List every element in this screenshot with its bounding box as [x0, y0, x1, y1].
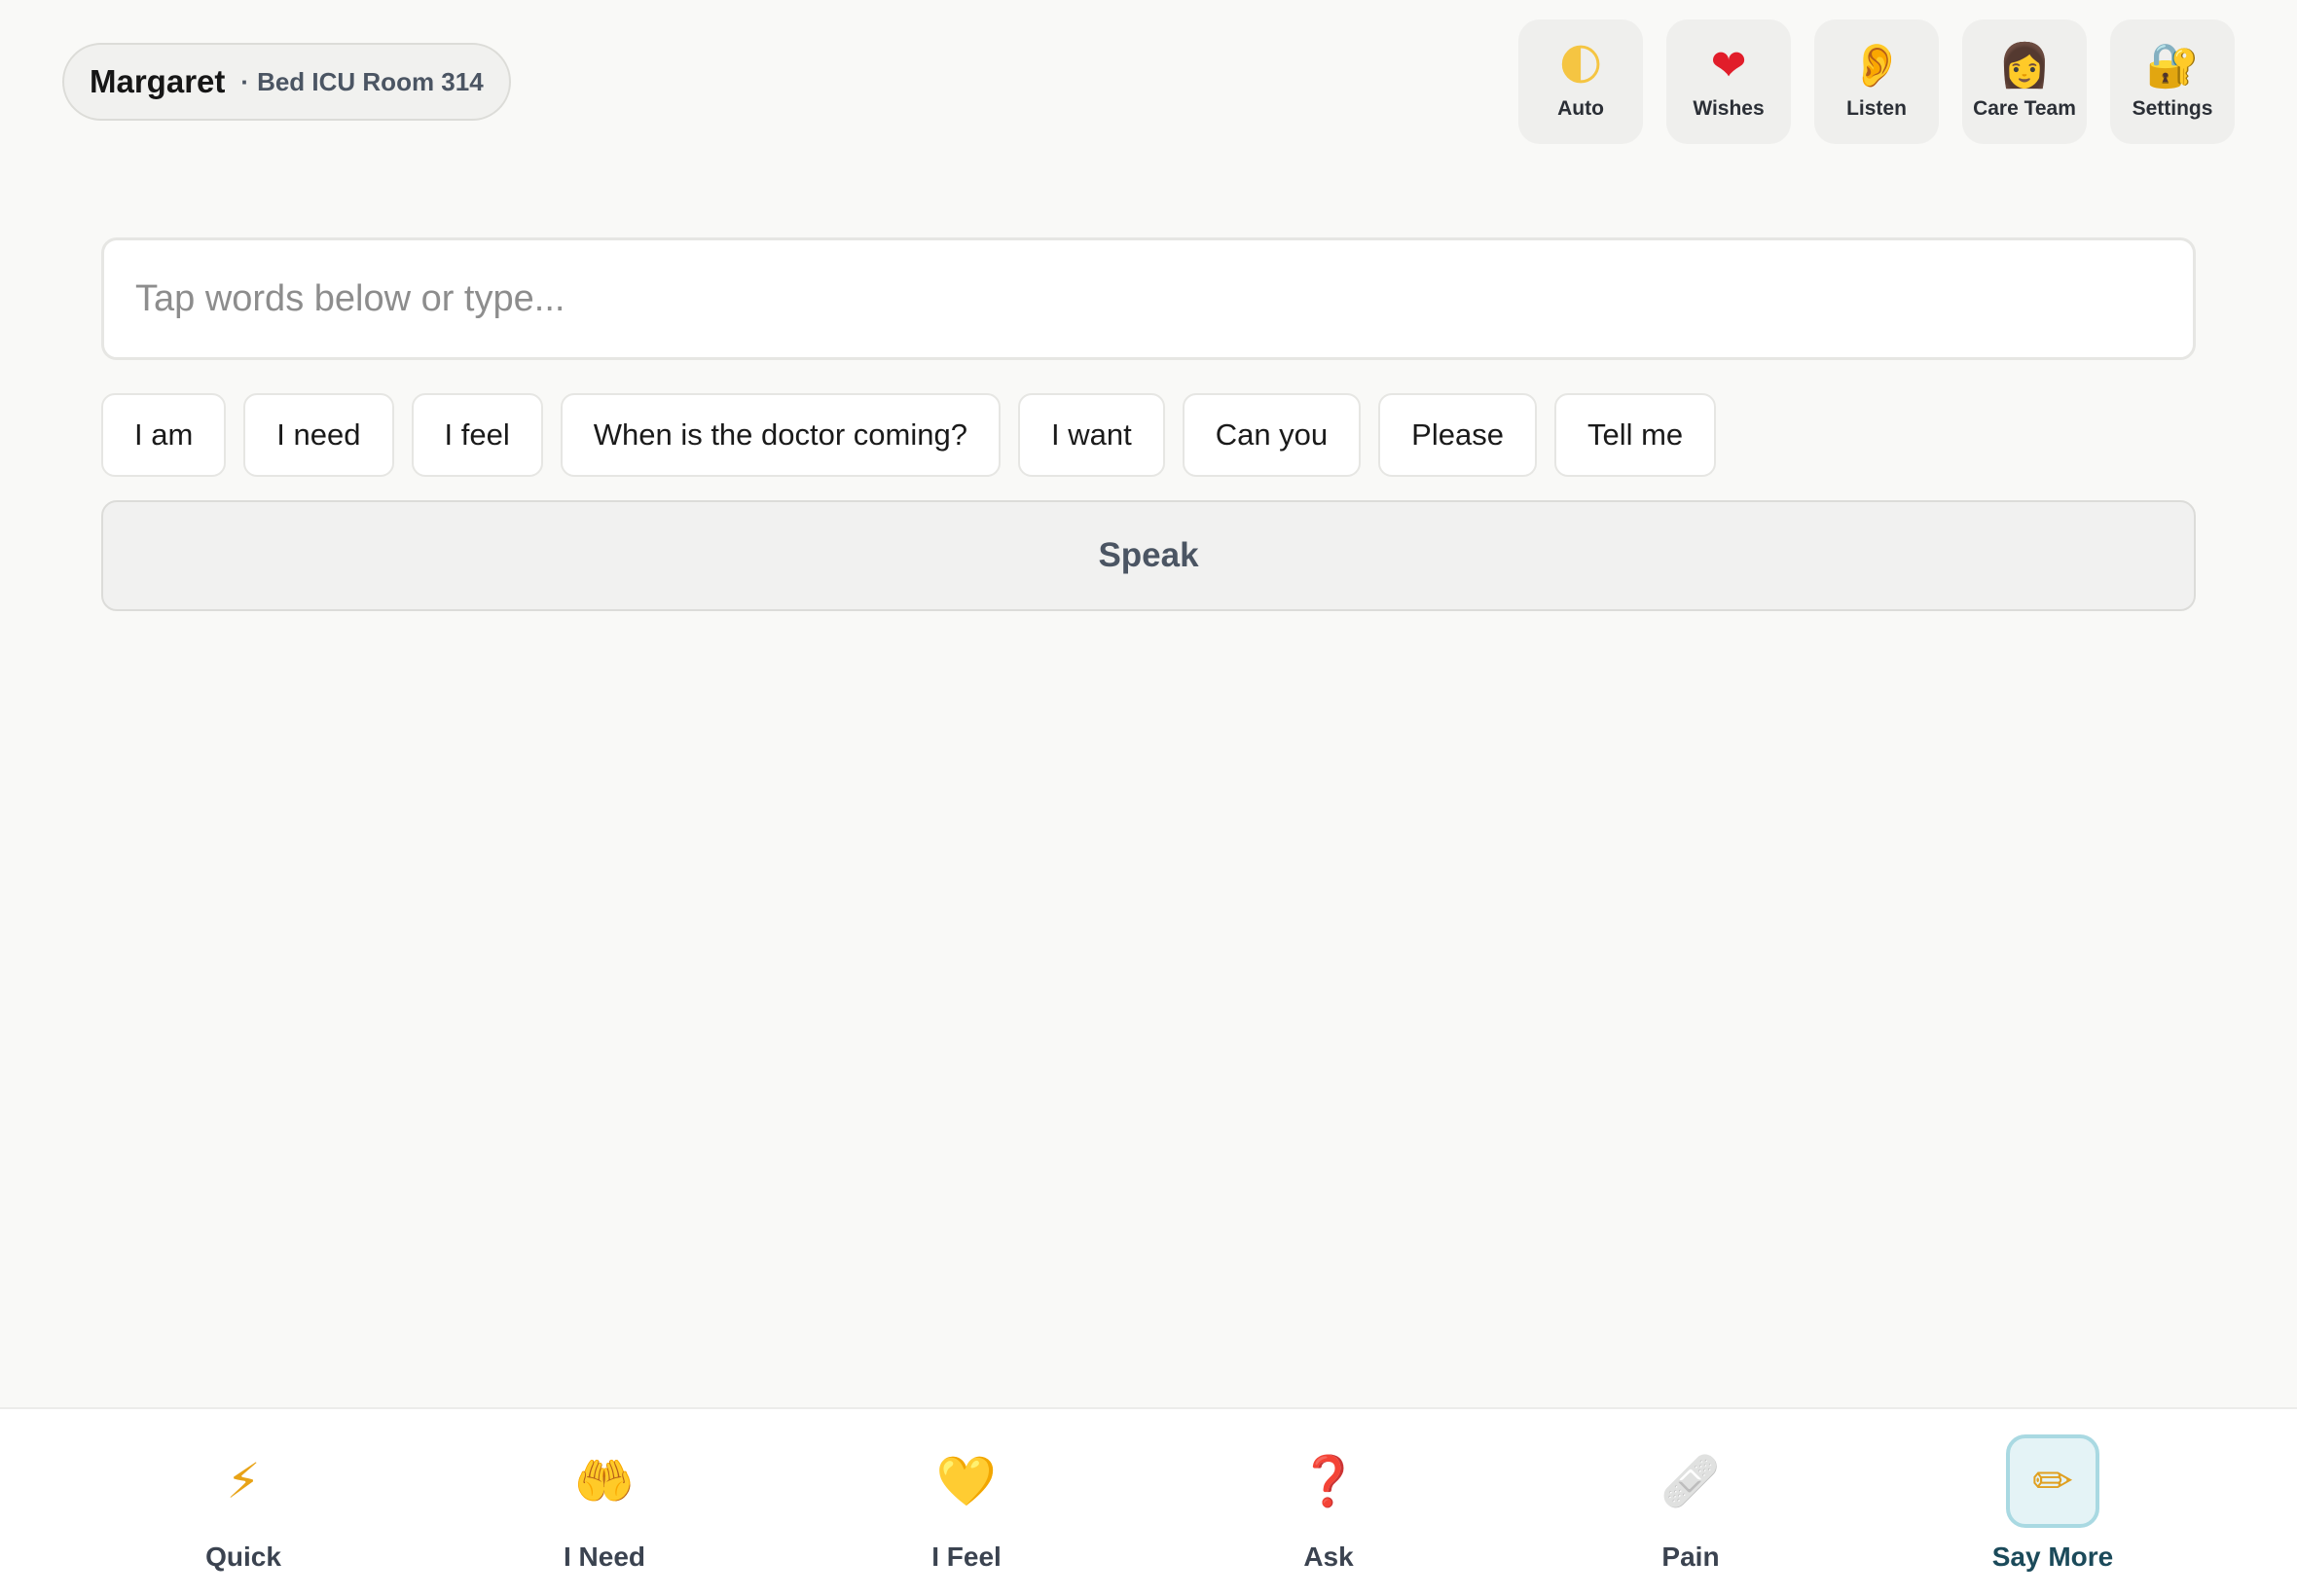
question-mark-icon: ❓: [1297, 1452, 1360, 1509]
nav-i-feel-label: I Feel: [931, 1542, 1002, 1572]
settings-button[interactable]: 🔐 Settings: [2110, 19, 2235, 144]
patient-room: · Bed ICU Room 314: [240, 66, 484, 96]
pencil-icon: ✏: [2006, 1434, 2099, 1528]
auto-label: Auto: [1557, 97, 1604, 120]
nav-say-more-label: Say More: [1991, 1542, 2114, 1572]
yellow-heart-icon: 💛: [935, 1452, 998, 1509]
lightning-icon: ⚡: [226, 1453, 261, 1509]
ear-icon: 👂: [1849, 41, 1904, 91]
phrase-chip-i-need[interactable]: I need: [243, 393, 394, 477]
settings-label: Settings: [2132, 97, 2213, 120]
nav-i-need-label: I Need: [563, 1542, 646, 1572]
phrase-suggestions: I am I need I feel When is the doctor co…: [101, 393, 1717, 477]
nav-say-more[interactable]: ✏ Say More: [1936, 1434, 2169, 1573]
phrase-chip-i-am[interactable]: I am: [101, 393, 227, 477]
lock-icon: 🔐: [2145, 41, 2200, 91]
nav-i-need[interactable]: 🤲 I Need: [488, 1434, 721, 1573]
phrase-chip-doctor-coming[interactable]: When is the doctor coming?: [560, 393, 1001, 477]
listen-label: Listen: [1846, 97, 1907, 120]
phrase-chip-i-feel[interactable]: I feel: [411, 393, 543, 477]
nav-i-feel[interactable]: 💛 I Feel: [850, 1434, 1083, 1573]
speak-button[interactable]: Speak: [101, 500, 2196, 611]
auto-button[interactable]: 🌓 Auto: [1518, 19, 1643, 144]
phrase-chip-i-want[interactable]: I want: [1017, 393, 1165, 477]
bottom-nav: ⚡ Quick 🤲 I Need 💛 I Feel ❓ Ask 🩹 Pain ✏…: [0, 1407, 2297, 1596]
nav-quick[interactable]: ⚡ Quick: [127, 1434, 360, 1573]
open-hands-icon: 🤲: [573, 1452, 636, 1509]
nurse-icon: 👩: [1997, 41, 2052, 91]
message-composer: [101, 237, 2196, 360]
patient-name: Margaret: [90, 63, 226, 99]
patient-info-pill: Margaret · Bed ICU Room 314: [62, 43, 511, 121]
nav-ask[interactable]: ❓ Ask: [1212, 1434, 1445, 1573]
phrase-chip-tell-me[interactable]: Tell me: [1553, 393, 1717, 477]
nav-quick-label: Quick: [205, 1542, 281, 1572]
top-action-bar: 🌓 Auto ❤ Wishes 👂 Listen 👩 Care Team 🔐 S…: [1518, 19, 2235, 144]
care-team-label: Care Team: [1973, 97, 2076, 120]
wishes-button[interactable]: ❤ Wishes: [1666, 19, 1791, 144]
listen-button[interactable]: 👂 Listen: [1814, 19, 1939, 144]
bandage-icon: 🩹: [1659, 1452, 1722, 1509]
care-team-button[interactable]: 👩 Care Team: [1962, 19, 2087, 144]
message-input[interactable]: [135, 277, 2162, 320]
nav-ask-label: Ask: [1303, 1542, 1354, 1572]
moon-icon: 🌓: [1558, 41, 1603, 91]
nav-pain[interactable]: 🩹 Pain: [1574, 1434, 1807, 1573]
nav-pain-label: Pain: [1661, 1542, 1720, 1572]
phrase-chip-please[interactable]: Please: [1378, 393, 1537, 477]
wishes-label: Wishes: [1693, 97, 1765, 120]
phrase-chip-can-you[interactable]: Can you: [1182, 393, 1362, 477]
heart-icon: ❤: [1710, 41, 1747, 91]
